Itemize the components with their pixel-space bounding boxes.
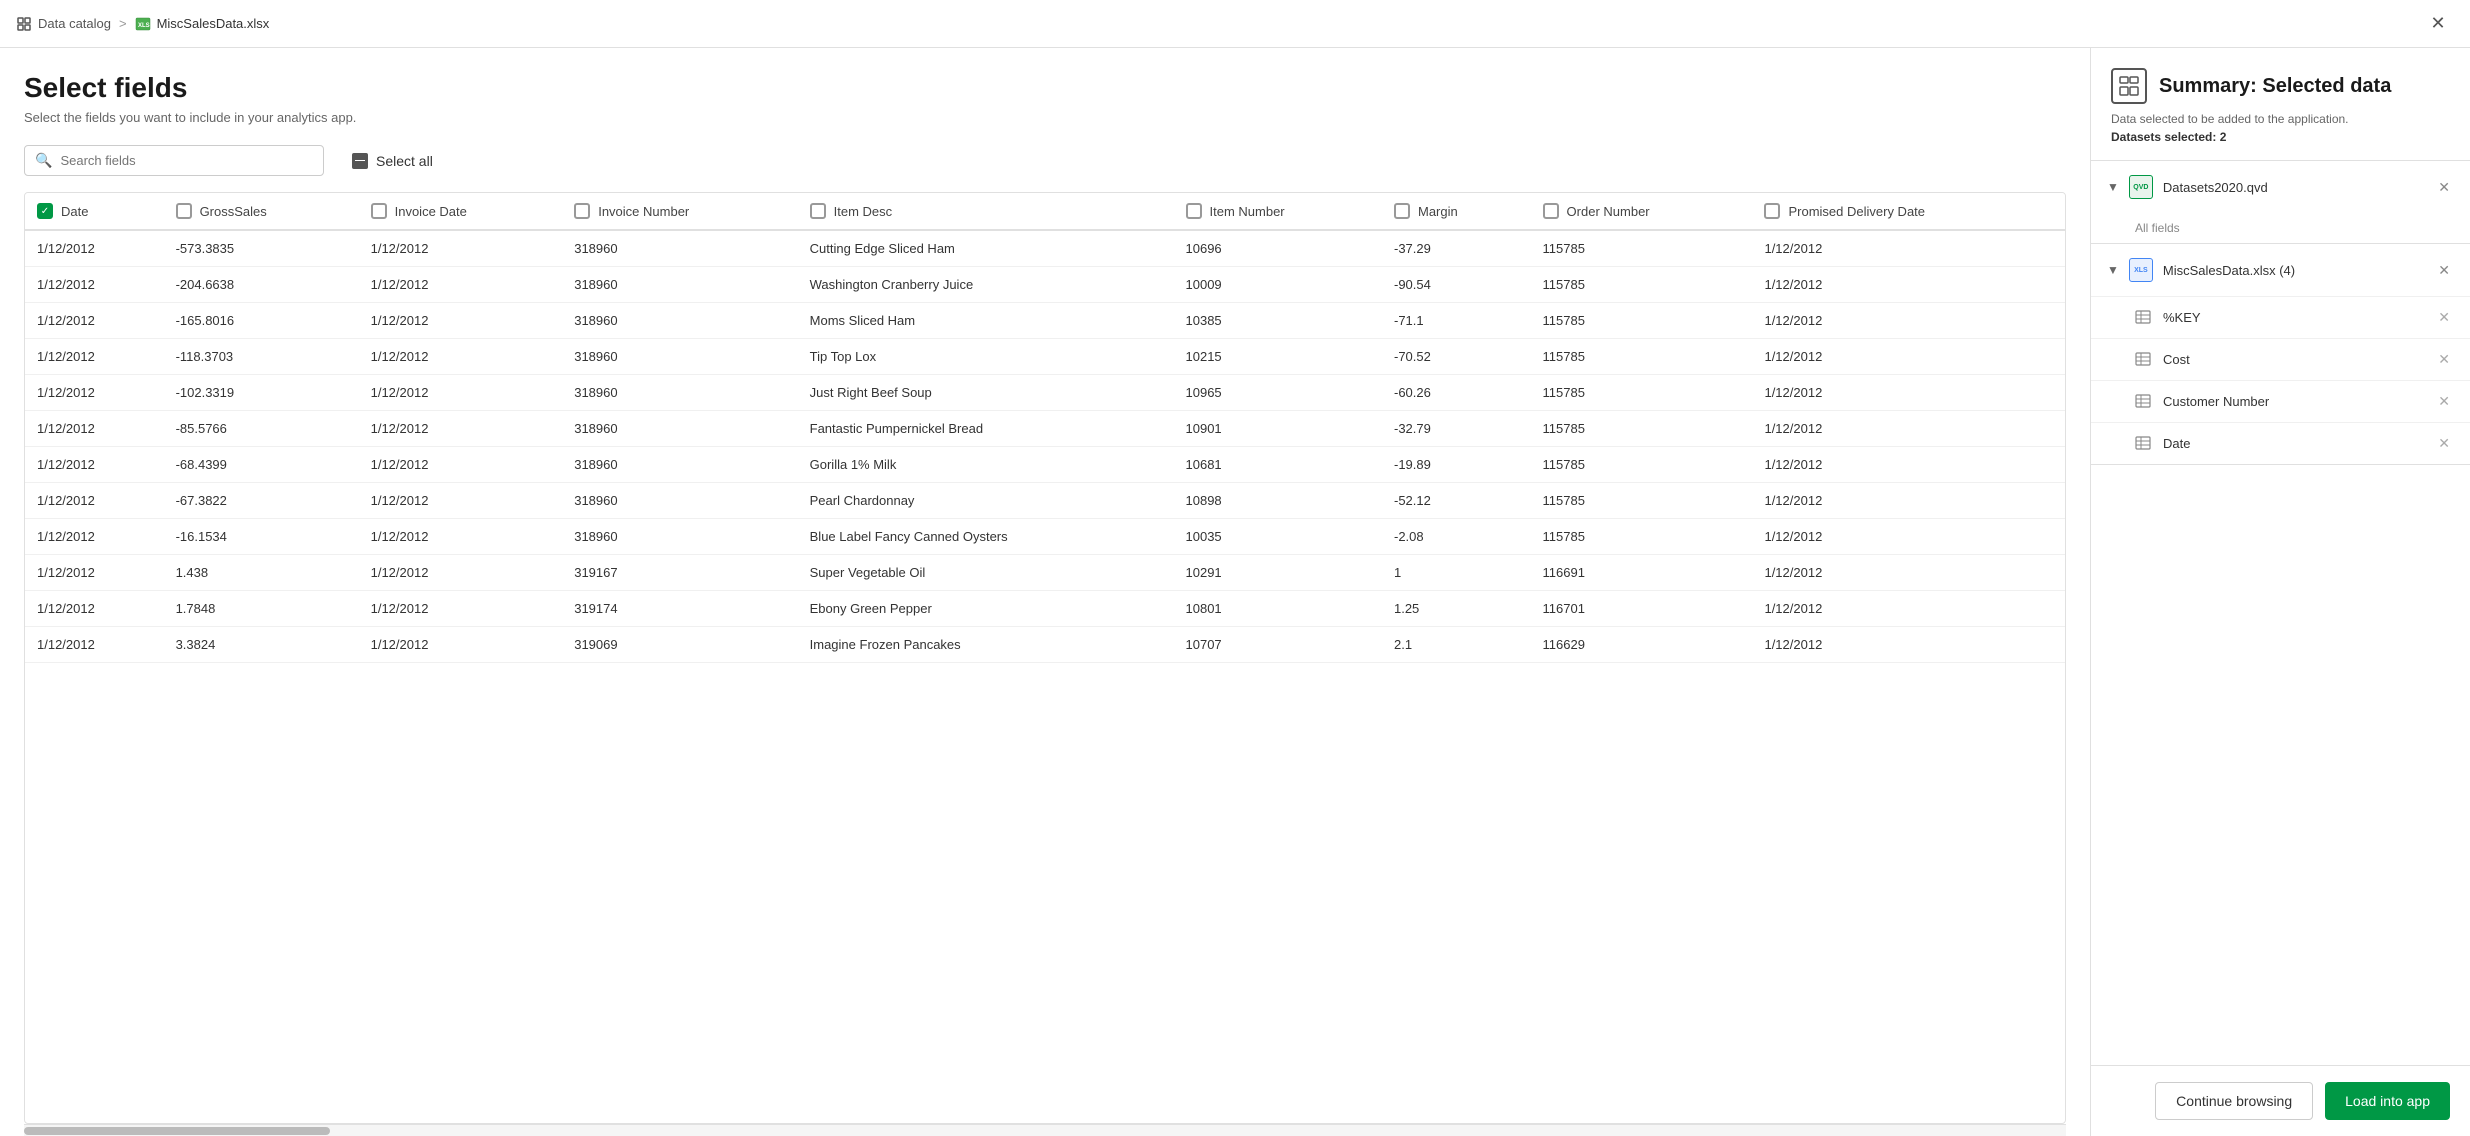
field-remove-button[interactable]: ✕ bbox=[2434, 391, 2454, 412]
table-row: 1/12/2012-573.38351/12/2012318960Cutting… bbox=[25, 230, 2065, 267]
col-checkbox-invoicenumber[interactable] bbox=[574, 203, 590, 219]
select-all-checkbox[interactable] bbox=[352, 153, 368, 169]
table-row: 1/12/2012-204.66381/12/2012318960Washing… bbox=[25, 267, 2065, 303]
page-subtitle: Select the fields you want to include in… bbox=[24, 110, 2066, 125]
col-ordernumber[interactable]: Order Number bbox=[1531, 193, 1753, 230]
right-panel: Summary: Selected data Data selected to … bbox=[2090, 48, 2470, 1136]
summary-title: Summary: Selected data bbox=[2159, 75, 2391, 98]
dataset-remove-xlsx[interactable]: ✕ bbox=[2434, 260, 2454, 281]
dataset-section-qvd: ▼ QVD Datasets2020.qvd ✕ All fields bbox=[2091, 161, 2470, 244]
col-checkbox-promiseddeliverydate[interactable] bbox=[1764, 203, 1780, 219]
col-checkbox-itemdesc[interactable] bbox=[810, 203, 826, 219]
table-row: 1/12/2012-68.43991/12/2012318960Gorilla … bbox=[25, 447, 2065, 483]
summary-description: Data selected to be added to the applica… bbox=[2111, 112, 2450, 126]
field-item: %KEY ✕ bbox=[2091, 296, 2470, 338]
toolbar: 🔍 Select all bbox=[24, 145, 2066, 176]
summary-datasets-count: Datasets selected: 2 bbox=[2111, 130, 2450, 144]
page-title: Select fields bbox=[24, 72, 2066, 104]
field-name: Customer Number bbox=[2163, 394, 2424, 409]
col-invoicenumber[interactable]: Invoice Number bbox=[562, 193, 797, 230]
qvd-icon: QVD bbox=[2129, 175, 2153, 199]
main-content: Select fields Select the fields you want… bbox=[0, 48, 2470, 1136]
close-button[interactable]: ✕ bbox=[2422, 8, 2454, 40]
col-margin[interactable]: Margin bbox=[1382, 193, 1531, 230]
horizontal-scrollbar[interactable] bbox=[24, 1124, 2066, 1136]
table-row: 1/12/20121.78481/12/2012319174Ebony Gree… bbox=[25, 591, 2065, 627]
chevron-down-icon: ▼ bbox=[2107, 180, 2119, 194]
left-panel: Select fields Select the fields you want… bbox=[0, 48, 2090, 1136]
breadcrumb: Data catalog > XLS MiscSalesData.xlsx bbox=[16, 16, 269, 32]
svg-text:XLS: XLS bbox=[138, 23, 150, 29]
app-container: Data catalog > XLS MiscSalesData.xlsx ✕ … bbox=[0, 0, 2470, 1136]
field-name: Cost bbox=[2163, 352, 2424, 367]
chevron-down-icon-2: ▼ bbox=[2107, 263, 2119, 277]
col-checkbox-invoicedate[interactable] bbox=[371, 203, 387, 219]
search-input[interactable] bbox=[60, 153, 313, 168]
field-item: Date ✕ bbox=[2091, 422, 2470, 464]
data-table-container[interactable]: Date GrossSales bbox=[24, 192, 2066, 1124]
table-field-icon bbox=[2135, 309, 2153, 327]
breadcrumb-separator: > bbox=[119, 16, 127, 31]
continue-browsing-button[interactable]: Continue browsing bbox=[2155, 1082, 2313, 1120]
col-promiseddeliverydate[interactable]: Promised Delivery Date bbox=[1752, 193, 2065, 230]
table-row: 1/12/2012-102.33191/12/2012318960Just Ri… bbox=[25, 375, 2065, 411]
col-checkbox-grosssales[interactable] bbox=[176, 203, 192, 219]
col-grosssales[interactable]: GrossSales bbox=[164, 193, 359, 230]
scrollbar-thumb[interactable] bbox=[24, 1127, 330, 1135]
dataset-remove-qvd[interactable]: ✕ bbox=[2434, 177, 2454, 198]
field-name: %KEY bbox=[2163, 310, 2424, 325]
col-itemnumber[interactable]: Item Number bbox=[1174, 193, 1382, 230]
xlsx-icon: XLS bbox=[2129, 258, 2153, 282]
dataset-section-xlsx: ▼ XLS MiscSalesData.xlsx (4) ✕ %KEY bbox=[2091, 244, 2470, 465]
breadcrumb-home[interactable]: Data catalog bbox=[16, 16, 111, 32]
table-field-icon bbox=[2135, 435, 2153, 453]
dataset-header-qvd[interactable]: ▼ QVD Datasets2020.qvd ✕ bbox=[2091, 161, 2470, 213]
table-field-icon bbox=[2135, 393, 2153, 411]
field-item: Cost ✕ bbox=[2091, 338, 2470, 380]
dataset-name-xlsx: MiscSalesData.xlsx (4) bbox=[2163, 263, 2424, 278]
breadcrumb-current[interactable]: XLS MiscSalesData.xlsx bbox=[135, 16, 270, 32]
table-row: 1/12/2012-16.15341/12/2012318960Blue Lab… bbox=[25, 519, 2065, 555]
table-row: 1/12/2012-67.38221/12/2012318960Pearl Ch… bbox=[25, 483, 2065, 519]
top-bar: Data catalog > XLS MiscSalesData.xlsx ✕ bbox=[0, 0, 2470, 48]
table-body: 1/12/2012-573.38351/12/2012318960Cutting… bbox=[25, 230, 2065, 663]
breadcrumb-current-label: MiscSalesData.xlsx bbox=[157, 16, 270, 31]
right-footer: Continue browsing Load into app bbox=[2091, 1065, 2470, 1136]
summary-header: Summary: Selected data Data selected to … bbox=[2091, 48, 2470, 161]
all-fields-label: All fields bbox=[2091, 213, 2470, 243]
col-invoicedate[interactable]: Invoice Date bbox=[359, 193, 563, 230]
col-checkbox-ordernumber[interactable] bbox=[1543, 203, 1559, 219]
table-row: 1/12/2012-118.37031/12/2012318960Tip Top… bbox=[25, 339, 2065, 375]
table-row: 1/12/2012-165.80161/12/2012318960Moms Sl… bbox=[25, 303, 2065, 339]
dataset-header-xlsx[interactable]: ▼ XLS MiscSalesData.xlsx (4) ✕ bbox=[2091, 244, 2470, 296]
select-all-label: Select all bbox=[376, 153, 433, 169]
dataset-name-qvd: Datasets2020.qvd bbox=[2163, 180, 2424, 195]
field-remove-button[interactable]: ✕ bbox=[2434, 307, 2454, 328]
field-name: Date bbox=[2163, 436, 2424, 451]
breadcrumb-home-label: Data catalog bbox=[38, 16, 111, 31]
table-row: 1/12/20121.4381/12/2012319167Super Veget… bbox=[25, 555, 2065, 591]
field-item: Customer Number ✕ bbox=[2091, 380, 2470, 422]
table-field-icon bbox=[2135, 351, 2153, 369]
summary-icon bbox=[2111, 68, 2147, 104]
load-into-app-button[interactable]: Load into app bbox=[2325, 1082, 2450, 1120]
xlsx-fields-list: %KEY ✕ Cost ✕ bbox=[2091, 296, 2470, 464]
select-all-button[interactable]: Select all bbox=[340, 147, 445, 175]
col-checkbox-date[interactable] bbox=[37, 203, 53, 219]
col-checkbox-itemnumber[interactable] bbox=[1186, 203, 1202, 219]
col-date[interactable]: Date bbox=[25, 193, 164, 230]
table-row: 1/12/20123.38241/12/2012319069Imagine Fr… bbox=[25, 627, 2065, 663]
col-itemdesc[interactable]: Item Desc bbox=[798, 193, 1174, 230]
field-remove-button[interactable]: ✕ bbox=[2434, 349, 2454, 370]
summary-body: ▼ QVD Datasets2020.qvd ✕ All fields ▼ XL… bbox=[2091, 161, 2470, 1065]
field-remove-button[interactable]: ✕ bbox=[2434, 433, 2454, 454]
data-table: Date GrossSales bbox=[25, 193, 2065, 663]
col-checkbox-margin[interactable] bbox=[1394, 203, 1410, 219]
search-icon: 🔍 bbox=[35, 152, 52, 169]
search-box[interactable]: 🔍 bbox=[24, 145, 324, 176]
table-row: 1/12/2012-85.57661/12/2012318960Fantasti… bbox=[25, 411, 2065, 447]
table-header: Date GrossSales bbox=[25, 193, 2065, 230]
